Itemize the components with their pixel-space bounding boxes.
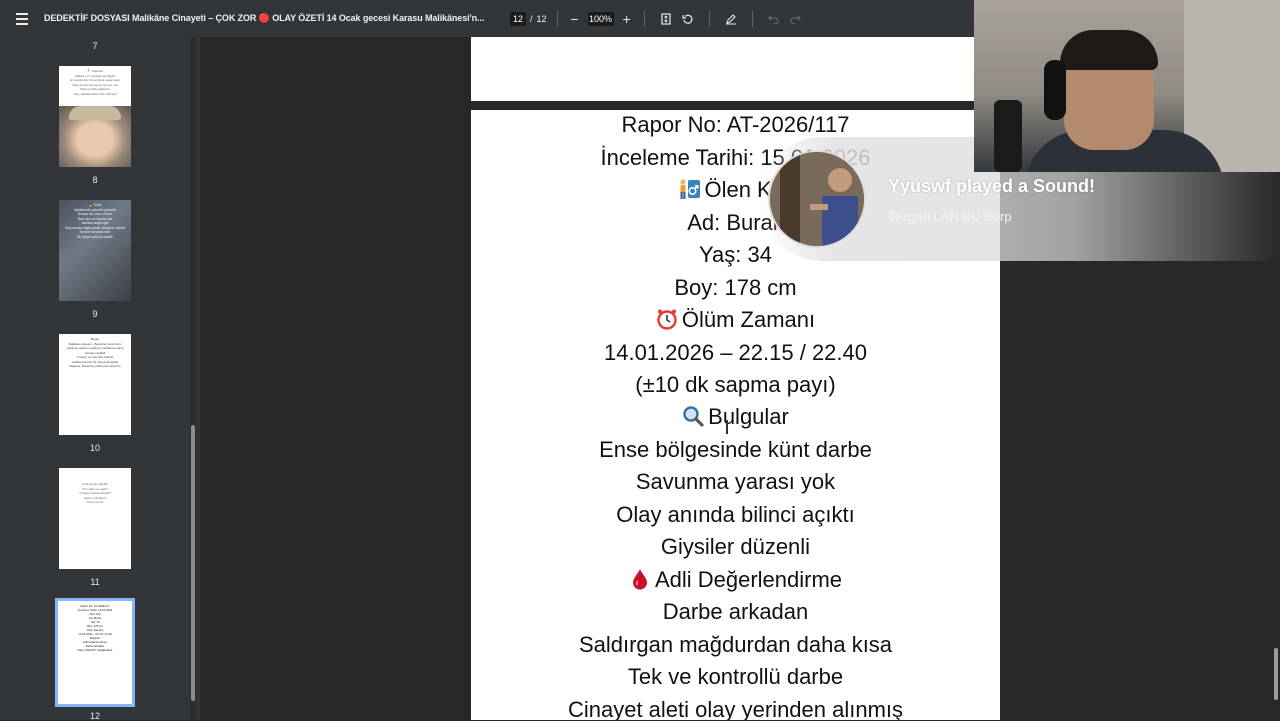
time-of-death-heading: Ölüm Zamanı <box>471 307 1000 333</box>
thumbnail-line: Ev içinde ağır bir tartışma yaşanmadı <box>70 78 120 82</box>
rotate-icon[interactable] <box>681 12 695 26</box>
text-cursor <box>726 420 728 434</box>
zoom-level-input[interactable]: 100% <box>587 11 614 26</box>
evaluation-item: Saldırgan mağdurdan daha kısa <box>578 632 893 657</box>
webcam-person-hair <box>1060 30 1158 70</box>
zoom-in-button[interactable]: + <box>620 11 634 27</box>
finding-item: Savunma yarası yok <box>635 469 836 494</box>
toolbar-divider <box>708 10 710 27</box>
toolbar-divider <box>643 10 645 27</box>
forensic-evaluation-heading: Adli Değerlendirme <box>471 567 1000 593</box>
thumbnail-text: 📍 Yaşanlar Maktul o ev içindeki tek kişi… <box>59 66 131 96</box>
forensic-evaluation-heading-text: Adli Değerlendirme <box>654 567 843 592</box>
redo-icon[interactable] <box>789 12 803 26</box>
page-separator: / <box>530 13 533 24</box>
zoom-out-button[interactable]: − <box>568 11 582 27</box>
finding-item: Giysiler düzenli <box>660 534 811 559</box>
toolbar-divider <box>751 10 753 27</box>
finding-item: Ense bölgesinde künt darbe <box>599 437 872 462</box>
thumbnail-line: Olay sabaha kadar fark edilmedi <box>73 91 117 96</box>
toolbar-divider <box>556 10 558 27</box>
thumbnail-text: Cinayeti kim işledi? Kim yaptı ve nasıl?… <box>59 468 131 505</box>
evaluation-item: Cinayet aleti olay yerinden alınmış <box>567 697 904 720</box>
findings-heading: Bulgular <box>471 404 1000 430</box>
undo-icon[interactable] <box>767 12 781 26</box>
findings-heading-text: Bulgular <box>708 404 789 429</box>
fit-page-icon[interactable] <box>659 12 673 26</box>
report-number: Rapor No: AT-2026/117 <box>621 112 850 137</box>
magnifier-icon <box>682 405 704 427</box>
thumbnail-label: 9 <box>92 309 98 319</box>
total-pages: 12 <box>536 13 547 24</box>
sidebar-scrollbar-thumb[interactable] <box>191 425 195 701</box>
evaluation-item: Tek ve kontrollü darbe <box>627 664 844 689</box>
menu-icon[interactable] <box>12 9 32 29</box>
finding-item: Olay anında bilinci açıktı <box>616 502 855 527</box>
thumbnail-line: Olay CİNAYET niteliğindedir <box>77 648 113 652</box>
portrait-hair <box>69 106 121 120</box>
thumbnail-page-8[interactable]: 📍 Yaşanlar Maktul o ev içindeki tek kişi… <box>59 66 131 167</box>
page-number-input[interactable]: 12 <box>510 11 526 26</box>
page-selector: 12 / 12 <box>510 11 547 26</box>
thumbnail-label: 8 <box>92 175 98 185</box>
webcam-feed <box>974 0 1280 172</box>
headset-icon <box>1044 60 1066 120</box>
thumbnail-line: Çalışma odasının yakının anahtarına sahi… <box>66 346 124 350</box>
thumbnail-line: Bir şeyler saklıyor olabilir <box>77 234 113 239</box>
time-margin: (±10 dk sapma payı) <box>635 372 836 397</box>
microphone-icon <box>994 100 1022 172</box>
previous-page-bottom <box>471 37 974 101</box>
thumbnail-label: 7 <box>92 41 98 51</box>
alert-avatar-image <box>768 150 866 248</box>
blood-drop-icon <box>629 568 651 590</box>
thumbnail-page-11[interactable]: Cinayeti kim işledi? Kim yaptı ve nasıl?… <box>59 468 131 569</box>
thumbnail-text: 👦 Tutuk Malikânenin güvenlik görevlisi B… <box>59 200 131 239</box>
alert-subtitle: Tezgah LAN BU Berp <box>888 209 1012 224</box>
annotate-pen-icon[interactable] <box>724 12 738 26</box>
evaluation-item: Darbe arkadan <box>662 599 809 624</box>
thumbnail-page-12-selected[interactable]: Rapor No: AT-2026/117 İnceleme Tarihi: 1… <box>55 598 135 707</box>
thumbnail-text: Başarı Malikâne çalışanı - Burak'tan kıs… <box>59 334 131 369</box>
thumbnail-text: Rapor No: AT-2026/117 İnceleme Tarihi: 1… <box>58 601 132 652</box>
thumbnail-label: 10 <box>89 443 100 453</box>
document-title: DEDEKTİF DOSYASI Malikâne Cinayeti – ÇOK… <box>44 13 485 23</box>
victim-height: Boy: 178 cm <box>674 275 797 300</box>
time-of-death-range: 14.01.2026 – 22.15 / 22.40 <box>603 340 867 365</box>
thumbnail-label: 11 <box>90 577 100 587</box>
alarm-clock-icon <box>656 308 678 330</box>
man-icon <box>678 178 701 200</box>
time-of-death-heading-text: Ölüm Zamanı <box>681 307 816 332</box>
alert-title: Yyuswf played a Sound! <box>888 176 1096 196</box>
thumbnail-page-10[interactable]: Başarı Malikâne çalışanı - Burak'tan kıs… <box>59 334 131 435</box>
thumbnail-line: Başkası, Burak ile yüzleşmek istiyordu <box>69 364 121 368</box>
thumbnail-line: Kimin suçu? <box>86 500 104 504</box>
thumbnail-page-9[interactable]: 👦 Tutuk Malikânenin güvenlik görevlisi B… <box>59 200 131 301</box>
main-scrollbar-thumb[interactable] <box>1274 648 1278 700</box>
